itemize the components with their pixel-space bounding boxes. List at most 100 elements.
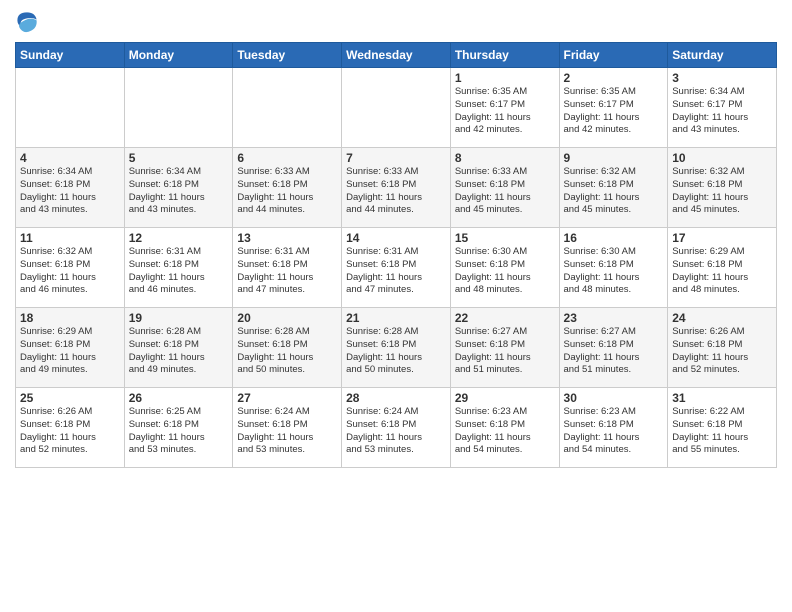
weekday-thursday: Thursday (450, 43, 559, 68)
day-number: 15 (455, 231, 555, 245)
day-number: 4 (20, 151, 120, 165)
calendar-cell: 20Sunrise: 6:28 AM Sunset: 6:18 PM Dayli… (233, 308, 342, 388)
day-number: 22 (455, 311, 555, 325)
calendar-cell (342, 68, 451, 148)
day-info: Sunrise: 6:24 AM Sunset: 6:18 PM Dayligh… (346, 406, 446, 457)
day-info: Sunrise: 6:31 AM Sunset: 6:18 PM Dayligh… (237, 246, 337, 297)
weekday-friday: Friday (559, 43, 668, 68)
weekday-tuesday: Tuesday (233, 43, 342, 68)
calendar-cell: 27Sunrise: 6:24 AM Sunset: 6:18 PM Dayli… (233, 388, 342, 468)
calendar-cell: 4Sunrise: 6:34 AM Sunset: 6:18 PM Daylig… (16, 148, 125, 228)
day-number: 1 (455, 71, 555, 85)
day-number: 16 (564, 231, 664, 245)
calendar-cell: 26Sunrise: 6:25 AM Sunset: 6:18 PM Dayli… (124, 388, 233, 468)
day-info: Sunrise: 6:35 AM Sunset: 6:17 PM Dayligh… (455, 86, 555, 137)
day-info: Sunrise: 6:32 AM Sunset: 6:18 PM Dayligh… (672, 166, 772, 217)
day-number: 20 (237, 311, 337, 325)
calendar-cell: 6Sunrise: 6:33 AM Sunset: 6:18 PM Daylig… (233, 148, 342, 228)
day-info: Sunrise: 6:31 AM Sunset: 6:18 PM Dayligh… (346, 246, 446, 297)
day-number: 18 (20, 311, 120, 325)
day-number: 5 (129, 151, 229, 165)
day-number: 27 (237, 391, 337, 405)
weekday-sunday: Sunday (16, 43, 125, 68)
day-number: 10 (672, 151, 772, 165)
day-number: 17 (672, 231, 772, 245)
day-number: 9 (564, 151, 664, 165)
day-number: 6 (237, 151, 337, 165)
weekday-wednesday: Wednesday (342, 43, 451, 68)
calendar-cell: 13Sunrise: 6:31 AM Sunset: 6:18 PM Dayli… (233, 228, 342, 308)
calendar-cell (233, 68, 342, 148)
calendar-cell: 22Sunrise: 6:27 AM Sunset: 6:18 PM Dayli… (450, 308, 559, 388)
day-info: Sunrise: 6:34 AM Sunset: 6:17 PM Dayligh… (672, 86, 772, 137)
day-number: 13 (237, 231, 337, 245)
day-info: Sunrise: 6:30 AM Sunset: 6:18 PM Dayligh… (455, 246, 555, 297)
day-info: Sunrise: 6:32 AM Sunset: 6:18 PM Dayligh… (564, 166, 664, 217)
calendar-cell: 17Sunrise: 6:29 AM Sunset: 6:18 PM Dayli… (668, 228, 777, 308)
calendar-cell: 16Sunrise: 6:30 AM Sunset: 6:18 PM Dayli… (559, 228, 668, 308)
day-info: Sunrise: 6:28 AM Sunset: 6:18 PM Dayligh… (346, 326, 446, 377)
day-info: Sunrise: 6:27 AM Sunset: 6:18 PM Dayligh… (564, 326, 664, 377)
weekday-monday: Monday (124, 43, 233, 68)
calendar-cell: 31Sunrise: 6:22 AM Sunset: 6:18 PM Dayli… (668, 388, 777, 468)
calendar-cell: 8Sunrise: 6:33 AM Sunset: 6:18 PM Daylig… (450, 148, 559, 228)
calendar-cell: 1Sunrise: 6:35 AM Sunset: 6:17 PM Daylig… (450, 68, 559, 148)
day-number: 19 (129, 311, 229, 325)
day-number: 21 (346, 311, 446, 325)
logo (15, 10, 43, 34)
weekday-saturday: Saturday (668, 43, 777, 68)
day-info: Sunrise: 6:32 AM Sunset: 6:18 PM Dayligh… (20, 246, 120, 297)
calendar-cell: 12Sunrise: 6:31 AM Sunset: 6:18 PM Dayli… (124, 228, 233, 308)
calendar-cell: 23Sunrise: 6:27 AM Sunset: 6:18 PM Dayli… (559, 308, 668, 388)
day-number: 8 (455, 151, 555, 165)
day-info: Sunrise: 6:29 AM Sunset: 6:18 PM Dayligh… (20, 326, 120, 377)
calendar-cell (124, 68, 233, 148)
day-info: Sunrise: 6:31 AM Sunset: 6:18 PM Dayligh… (129, 246, 229, 297)
day-info: Sunrise: 6:29 AM Sunset: 6:18 PM Dayligh… (672, 246, 772, 297)
day-number: 2 (564, 71, 664, 85)
calendar-cell: 7Sunrise: 6:33 AM Sunset: 6:18 PM Daylig… (342, 148, 451, 228)
day-info: Sunrise: 6:30 AM Sunset: 6:18 PM Dayligh… (564, 246, 664, 297)
calendar-cell: 30Sunrise: 6:23 AM Sunset: 6:18 PM Dayli… (559, 388, 668, 468)
day-info: Sunrise: 6:35 AM Sunset: 6:17 PM Dayligh… (564, 86, 664, 137)
page: SundayMondayTuesdayWednesdayThursdayFrid… (0, 0, 792, 483)
header (15, 10, 777, 34)
day-info: Sunrise: 6:25 AM Sunset: 6:18 PM Dayligh… (129, 406, 229, 457)
day-info: Sunrise: 6:23 AM Sunset: 6:18 PM Dayligh… (564, 406, 664, 457)
calendar-cell: 29Sunrise: 6:23 AM Sunset: 6:18 PM Dayli… (450, 388, 559, 468)
calendar-cell: 2Sunrise: 6:35 AM Sunset: 6:17 PM Daylig… (559, 68, 668, 148)
day-info: Sunrise: 6:23 AM Sunset: 6:18 PM Dayligh… (455, 406, 555, 457)
day-number: 7 (346, 151, 446, 165)
calendar-cell: 24Sunrise: 6:26 AM Sunset: 6:18 PM Dayli… (668, 308, 777, 388)
day-number: 14 (346, 231, 446, 245)
day-number: 26 (129, 391, 229, 405)
calendar-cell: 18Sunrise: 6:29 AM Sunset: 6:18 PM Dayli… (16, 308, 125, 388)
day-info: Sunrise: 6:33 AM Sunset: 6:18 PM Dayligh… (237, 166, 337, 217)
day-info: Sunrise: 6:33 AM Sunset: 6:18 PM Dayligh… (346, 166, 446, 217)
day-number: 24 (672, 311, 772, 325)
day-number: 25 (20, 391, 120, 405)
day-number: 30 (564, 391, 664, 405)
week-row-4: 25Sunrise: 6:26 AM Sunset: 6:18 PM Dayli… (16, 388, 777, 468)
week-row-1: 4Sunrise: 6:34 AM Sunset: 6:18 PM Daylig… (16, 148, 777, 228)
day-number: 11 (20, 231, 120, 245)
day-info: Sunrise: 6:33 AM Sunset: 6:18 PM Dayligh… (455, 166, 555, 217)
day-info: Sunrise: 6:34 AM Sunset: 6:18 PM Dayligh… (20, 166, 120, 217)
calendar-cell: 21Sunrise: 6:28 AM Sunset: 6:18 PM Dayli… (342, 308, 451, 388)
weekday-header-row: SundayMondayTuesdayWednesdayThursdayFrid… (16, 43, 777, 68)
week-row-0: 1Sunrise: 6:35 AM Sunset: 6:17 PM Daylig… (16, 68, 777, 148)
calendar-cell: 15Sunrise: 6:30 AM Sunset: 6:18 PM Dayli… (450, 228, 559, 308)
calendar-cell: 11Sunrise: 6:32 AM Sunset: 6:18 PM Dayli… (16, 228, 125, 308)
day-info: Sunrise: 6:24 AM Sunset: 6:18 PM Dayligh… (237, 406, 337, 457)
day-number: 12 (129, 231, 229, 245)
day-info: Sunrise: 6:28 AM Sunset: 6:18 PM Dayligh… (237, 326, 337, 377)
calendar-cell: 14Sunrise: 6:31 AM Sunset: 6:18 PM Dayli… (342, 228, 451, 308)
day-number: 23 (564, 311, 664, 325)
day-number: 31 (672, 391, 772, 405)
calendar-table: SundayMondayTuesdayWednesdayThursdayFrid… (15, 42, 777, 468)
day-info: Sunrise: 6:27 AM Sunset: 6:18 PM Dayligh… (455, 326, 555, 377)
day-info: Sunrise: 6:26 AM Sunset: 6:18 PM Dayligh… (672, 326, 772, 377)
calendar-cell: 10Sunrise: 6:32 AM Sunset: 6:18 PM Dayli… (668, 148, 777, 228)
week-row-3: 18Sunrise: 6:29 AM Sunset: 6:18 PM Dayli… (16, 308, 777, 388)
calendar-cell (16, 68, 125, 148)
